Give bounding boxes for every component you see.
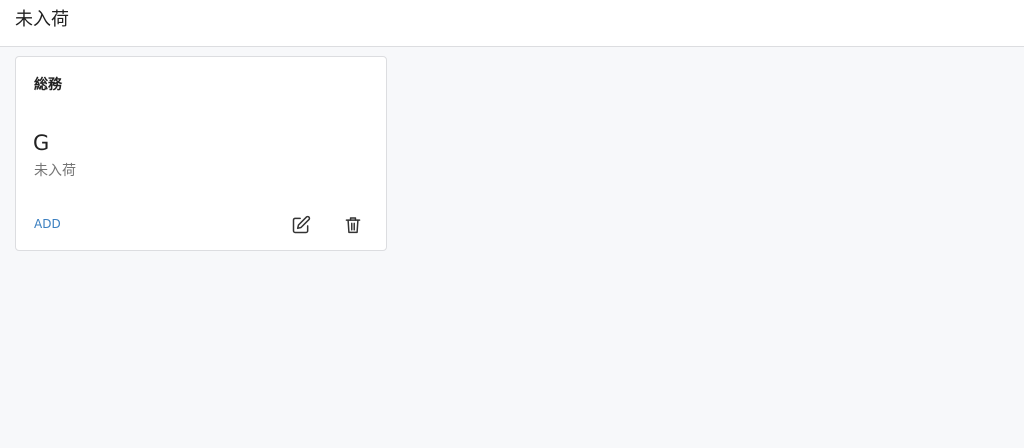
- item-card: 総務 G 未入荷 ADD: [15, 56, 387, 251]
- page-header: 未入荷: [0, 0, 1024, 47]
- card-status: 未入荷: [34, 163, 76, 179]
- add-button[interactable]: ADD: [34, 217, 61, 231]
- card-item-name: G: [33, 131, 50, 155]
- delete-button[interactable]: [341, 213, 365, 237]
- card-category: 総務: [34, 77, 62, 93]
- page-title: 未入荷: [15, 9, 69, 30]
- edit-button[interactable]: [289, 213, 313, 237]
- trash-icon: [344, 215, 362, 235]
- edit-icon: [291, 215, 311, 235]
